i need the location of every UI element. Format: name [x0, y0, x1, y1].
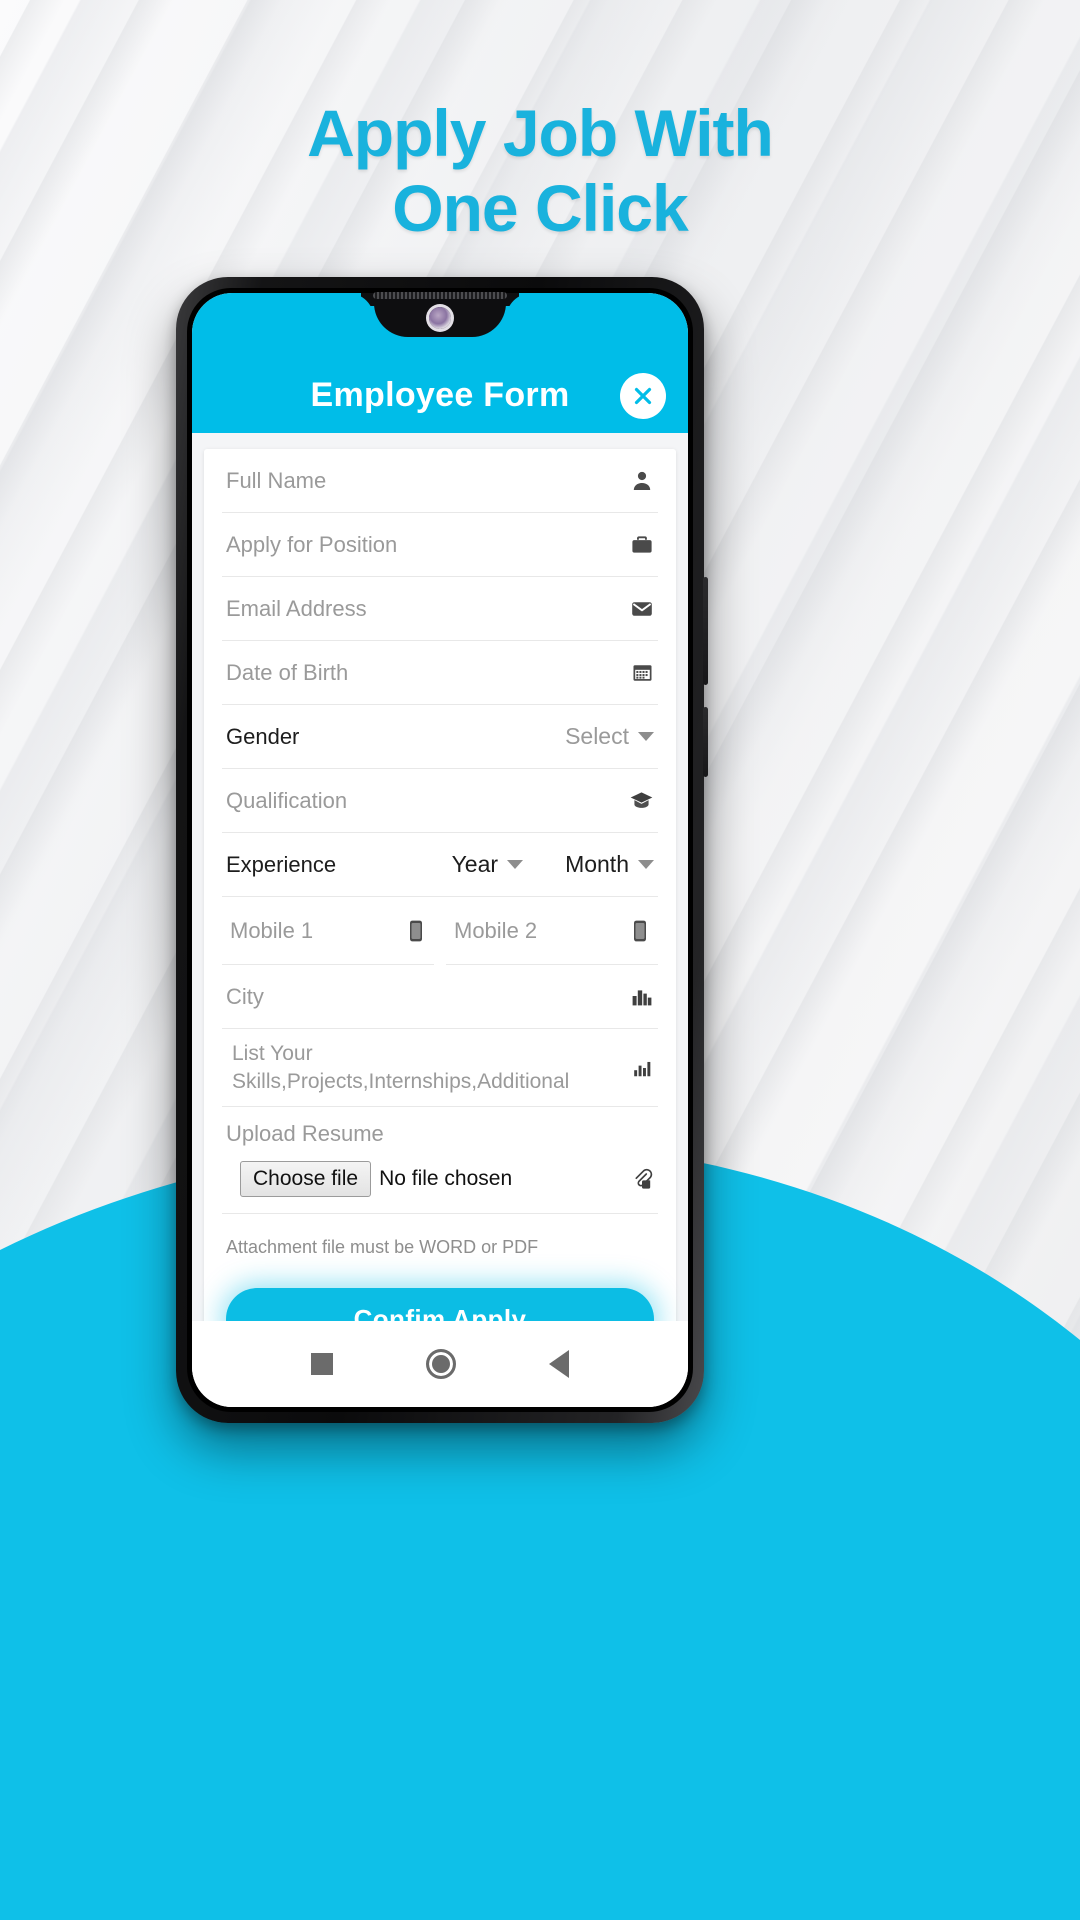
person-icon [630, 469, 654, 493]
headline-line-2: One Click [392, 170, 688, 245]
chevron-down-icon [638, 860, 654, 869]
file-status-text: No file chosen [379, 1167, 513, 1190]
dob-placeholder: Date of Birth [226, 659, 349, 685]
field-city[interactable]: City [222, 965, 658, 1029]
field-upload-resume: Upload Resume Choose file No file chosen [222, 1107, 658, 1214]
close-button[interactable] [620, 373, 666, 419]
qualification-placeholder: Qualification [226, 787, 348, 813]
skills-line-2: Skills,Projects,Internships,Additional [232, 1069, 570, 1093]
circle-icon[interactable] [425, 1349, 456, 1379]
field-mobile-group: Mobile 1 Mobile 2 [222, 897, 658, 965]
power-button[interactable] [703, 707, 708, 777]
employee-form-card: Full Name Apply for Position Email Addre… [204, 449, 676, 1321]
experience-year-select[interactable]: Year [451, 851, 524, 878]
chevron-down-icon [638, 732, 654, 741]
field-full-name[interactable]: Full Name [222, 449, 658, 513]
full-name-placeholder: Full Name [226, 467, 327, 493]
square-icon[interactable] [310, 1353, 333, 1375]
calendar-icon [631, 661, 654, 684]
form-scroll-area[interactable]: Full Name Apply for Position Email Addre… [192, 433, 688, 1321]
gender-select[interactable]: Select [565, 723, 654, 750]
experience-month-value: Month [565, 851, 629, 877]
chevron-down-icon [507, 860, 524, 869]
attachment-note: Attachment file must be WORD or PDF [226, 1236, 539, 1257]
briefcase-icon [630, 533, 654, 557]
field-gender[interactable]: Gender Select [222, 705, 658, 769]
gender-label: Gender [226, 723, 300, 749]
phone-icon [630, 919, 650, 943]
volume-button[interactable] [703, 577, 708, 685]
field-qualification[interactable]: Qualification [222, 769, 658, 833]
earpiece-speaker [373, 292, 507, 299]
experience-month-select[interactable]: Month [565, 851, 654, 878]
city-placeholder: City [226, 983, 264, 1009]
file-input-row: Choose file No file chosen [226, 1161, 654, 1197]
mobile-2-placeholder: Mobile 2 [454, 917, 538, 943]
phone-screen: Employee Form Full Name Apply for Positi… [192, 293, 688, 1407]
field-skills[interactable]: List Your Skills,Projects,Internships,Ad… [222, 1029, 658, 1107]
bar-chart-icon [632, 1057, 654, 1079]
field-mobile-1[interactable]: Mobile 1 [222, 897, 434, 965]
field-position[interactable]: Apply for Position [222, 513, 658, 577]
field-email[interactable]: Email Address [222, 577, 658, 641]
envelope-icon [630, 597, 654, 621]
email-placeholder: Email Address [226, 595, 367, 621]
field-date-of-birth[interactable]: Date of Birth [222, 641, 658, 705]
phone-mockup: Employee Form Full Name Apply for Positi… [176, 277, 708, 1423]
choose-file-button[interactable]: Choose file [240, 1161, 372, 1197]
skills-placeholder: List Your Skills,Projects,Internships,Ad… [226, 1040, 569, 1095]
front-camera [429, 307, 451, 329]
page-title: Employee Form [310, 376, 570, 414]
buildings-icon [630, 985, 654, 1009]
experience-year-value: Year [451, 851, 499, 877]
position-placeholder: Apply for Position [226, 531, 398, 557]
upload-resume-label: Upload Resume [226, 1121, 384, 1146]
skills-line-1: List Your [232, 1042, 313, 1066]
paperclip-icon [630, 1167, 654, 1191]
app-header: Employee Form [192, 293, 688, 433]
experience-label: Experience [226, 851, 337, 877]
close-icon [634, 387, 652, 405]
page-headline: Apply Job With One Click [0, 96, 1080, 245]
triangle-back-icon[interactable] [549, 1350, 570, 1378]
phone-bezel: Employee Form Full Name Apply for Positi… [187, 288, 693, 1412]
gender-selected-value: Select [565, 723, 629, 749]
confirm-apply-button[interactable]: Confim Apply [226, 1288, 654, 1321]
field-mobile-2[interactable]: Mobile 2 [446, 897, 658, 965]
mobile-1-placeholder: Mobile 1 [230, 917, 314, 943]
field-experience[interactable]: Experience Year Month [222, 833, 658, 897]
phone-icon [406, 919, 426, 943]
submit-area: Confim Apply [222, 1278, 658, 1321]
headline-line-1: Apply Job With [307, 96, 774, 170]
android-navigation-bar [192, 1321, 688, 1407]
graduation-cap-icon [629, 788, 654, 813]
experience-selects: Year Month [452, 851, 654, 878]
attachment-note-row: Attachment file must be WORD or PDF [222, 1214, 658, 1278]
